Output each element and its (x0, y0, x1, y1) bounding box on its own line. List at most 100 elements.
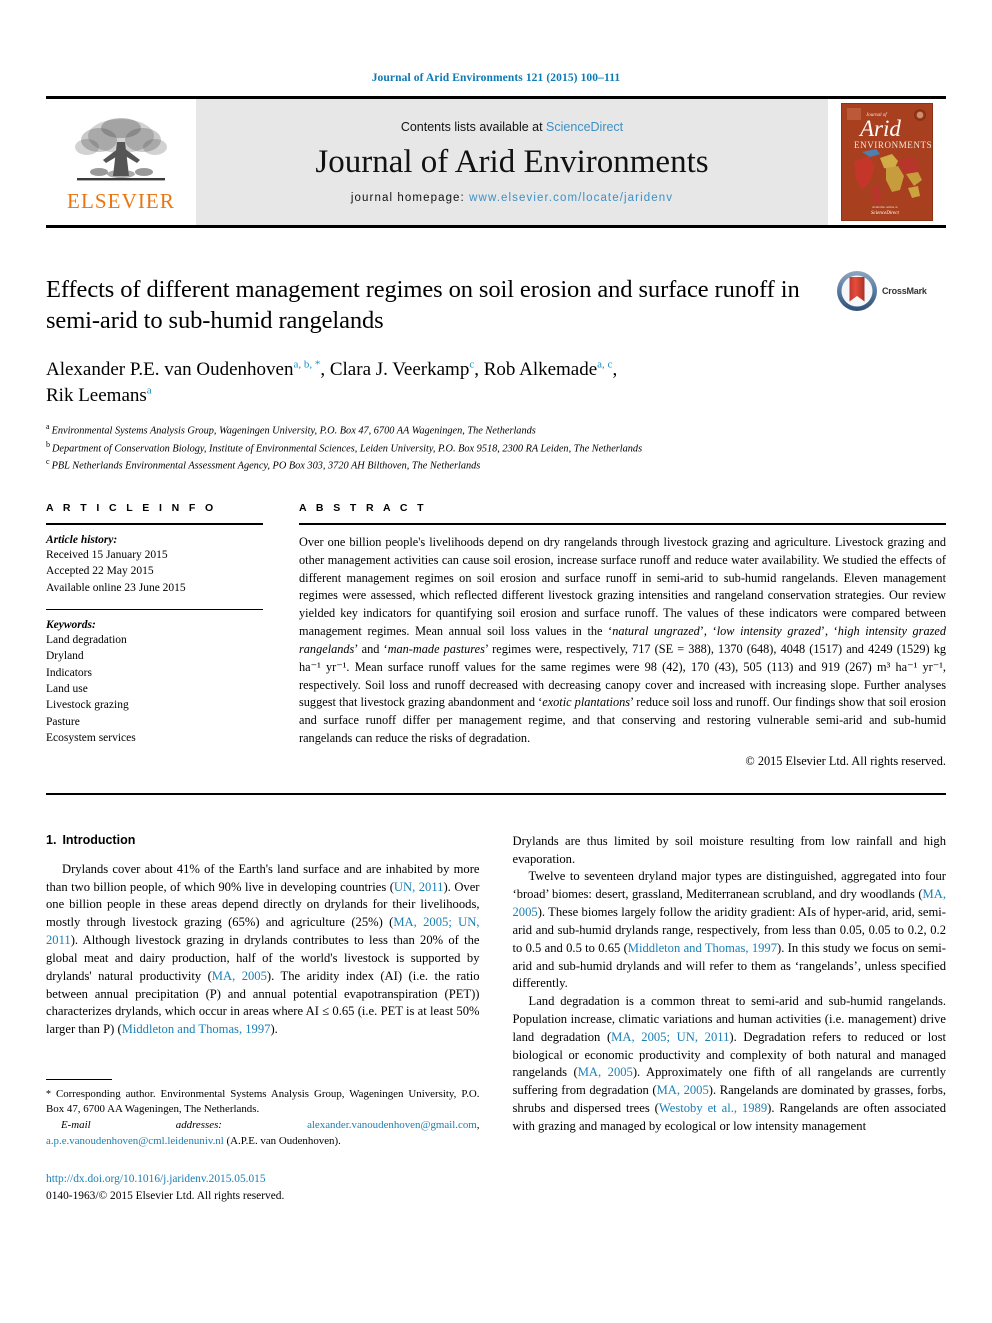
author-affil-marker-3[interactable]: a, c (597, 358, 612, 370)
citation-link[interactable]: MA, 2005; UN, 2011 (611, 1030, 729, 1044)
abstract-text: Over one billion people's livelihoods de… (299, 534, 946, 745)
paragraph: Land degradation is a common threat to s… (512, 994, 947, 1133)
page-title: Effects of different management regimes … (46, 276, 800, 335)
article-history-label: Article history: (46, 533, 118, 546)
publisher-logo: ELSEVIER (46, 99, 196, 225)
journal-title: Journal of Arid Environments (315, 143, 709, 180)
history-available-online: Available online 23 June 2015 (46, 581, 186, 594)
citation-link[interactable]: MA, 2005 (513, 887, 947, 919)
keyword-item: Dryland (46, 650, 84, 663)
crossmark-badge[interactable]: CrossMark (836, 268, 946, 314)
author-name-1: Alexander P.E. van Oudenhoven (46, 358, 294, 380)
paragraph: Twelve to seventeen dryland major types … (512, 869, 947, 991)
author-affil-marker-1[interactable]: a, b, * (293, 358, 320, 370)
divider (299, 522, 946, 525)
email-addresses-label: E-mail addresses: (61, 1119, 222, 1132)
author-line-1: Alexander P.E. van Oudenhovena, b, *, Cl… (46, 357, 946, 384)
journal-masthead: ELSEVIER Contents lists available at Sci… (46, 96, 946, 228)
citation-link[interactable]: Middleton and Thomas, 1997 (122, 1022, 271, 1036)
paragraph: Drylands cover about 41% of the Earth's … (46, 861, 480, 1037)
affiliation-marker: a (46, 421, 50, 431)
svg-text:ENVIRONMENTS: ENVIRONMENTS (854, 140, 932, 150)
svg-text:Available online at: Available online at (872, 205, 898, 209)
citation-link[interactable]: MA, 2005 (212, 969, 267, 983)
article-info-heading: A R T I C L E I N F O (46, 501, 217, 514)
citation-link[interactable]: Middleton and Thomas, 1997 (628, 941, 777, 955)
author-list: Alexander P.E. van Oudenhovena, b, *, Cl… (46, 357, 946, 410)
citation-link[interactable]: MA, 2005; UN, 2011 (46, 915, 480, 947)
corresponding-author-footnote: * Corresponding author. Environmental Sy… (46, 1078, 480, 1204)
divider (46, 792, 946, 795)
keyword-item: Pasture (46, 715, 80, 728)
masthead-center: Contents lists available at ScienceDirec… (196, 99, 828, 225)
citation-link[interactable]: UN, 2011 (394, 880, 444, 894)
citation-link[interactable]: MA, 2005 (657, 1083, 709, 1097)
homepage-prefix: journal homepage: (350, 192, 470, 205)
citation-link[interactable]: MA, 2005 (578, 1065, 633, 1079)
email-link-2[interactable]: a.p.e.vanoudenhoven@cml.leidenuniv.nl (46, 1135, 224, 1147)
affiliation-text: PBL Netherlands Environmental Assessment… (51, 460, 481, 472)
footnote-email-line: E-mail addresses: alexander.vanoudenhove… (46, 1118, 480, 1149)
abstract-heading: A B S T R A C T (299, 501, 427, 514)
history-received: Received 15 January 2015 (46, 548, 168, 561)
title-block: Effects of different management regimes … (46, 271, 946, 337)
elsevier-wordmark: ELSEVIER (67, 189, 175, 213)
cover-artwork: Journal of Arid ENVIRONMENTS Available o… (842, 104, 932, 220)
affiliation-text: Department of Conservation Biology, Inst… (52, 442, 643, 454)
running-head: Journal of Arid Environments 121 (2015) … (371, 72, 621, 84)
footnote-corresponding: Corresponding author. Environmental Syst… (46, 1087, 480, 1116)
article-info-column: A R T I C L E I N F O Article history: R… (46, 502, 299, 769)
keyword-item: Indicators (46, 666, 92, 679)
section-title: Introduction (62, 832, 136, 847)
contents-available-line: Contents lists available at ScienceDirec… (401, 120, 623, 134)
footnote-text: * Corresponding author. Environmental Sy… (46, 1087, 480, 1149)
affiliations: a Environmental Systems Analysis Group, W… (46, 421, 946, 474)
author-affil-marker-4[interactable]: a (147, 385, 152, 397)
journal-homepage-line: journal homepage: www.elsevier.com/locat… (351, 192, 673, 204)
paper-page: Journal of Arid Environments 121 (2015) … (0, 0, 992, 1323)
svg-text:ScienceDirect: ScienceDirect (871, 211, 899, 216)
email-separator: , (476, 1119, 480, 1132)
homepage-url-link[interactable]: www.elsevier.com/locate/jaridenv (469, 192, 673, 204)
section-heading-introduction: 1. Introduction (46, 833, 480, 847)
author-line1-tail: , (612, 358, 618, 380)
keyword-item: Land use (46, 682, 88, 695)
crossmark-label: CrossMark (882, 286, 927, 296)
affiliation-item: a Environmental Systems Analysis Group, W… (46, 421, 946, 439)
body-region: 1. Introduction Drylands cover about 41% … (46, 833, 946, 1204)
author-name-2: , Clara J. Veerkamp (320, 358, 470, 380)
abstract-copyright: © 2015 Elsevier Ltd. All rights reserved… (745, 753, 946, 768)
abstract-column: A B S T R A C T Over one billion people'… (299, 502, 946, 769)
svg-text:Arid: Arid (858, 116, 901, 141)
contents-prefix: Contents lists available at (400, 119, 547, 134)
section-number: 1. (46, 832, 57, 847)
doi-link[interactable]: http://dx.doi.org/10.1016/j.jaridenv.201… (46, 1173, 266, 1185)
affiliation-item: b Department of Conservation Biology, Ins… (46, 439, 946, 457)
paragraph: Drylands are thus limited by soil moistu… (512, 833, 947, 866)
keyword-item: Ecosystem services (46, 731, 136, 744)
author-line-2: Rik Leemansa (46, 383, 946, 410)
email-link-1[interactable]: alexander.vanoudenhoven@gmail.com (307, 1119, 477, 1131)
body-column-right: Drylands are thus limited by soil moistu… (513, 833, 947, 1204)
affiliation-text: Environmental Systems Analysis Group, Wa… (51, 425, 536, 437)
sciencedirect-link[interactable]: ScienceDirect (546, 120, 623, 134)
elsevier-tree-icon (75, 118, 167, 181)
keyword-item: Livestock grazing (46, 699, 129, 712)
divider (46, 608, 263, 610)
issn-copyright-line: 0140-1963/© 2015 Elsevier Ltd. All right… (46, 1189, 285, 1202)
info-abstract-region: A R T I C L E I N F O Article history: R… (46, 502, 946, 769)
affiliation-item: c PBL Netherlands Environmental Assessmen… (46, 456, 946, 474)
crossmark-icon (837, 271, 877, 311)
journal-cover-image: Journal of Arid ENVIRONMENTS Available o… (841, 103, 933, 221)
affiliation-marker: b (46, 439, 50, 449)
citation-link[interactable]: Westoby et al., 1989 (659, 1101, 767, 1115)
keyword-item: Land degradation (46, 633, 127, 646)
keywords-label: Keywords: (46, 618, 96, 631)
body-column-left: 1. Introduction Drylands cover about 41% … (46, 833, 480, 1204)
history-accepted: Accepted 22 May 2015 (46, 565, 154, 578)
author-name-3: , Rob Alkemade (474, 358, 598, 380)
affiliation-marker: c (46, 457, 50, 467)
doi-block: http://dx.doi.org/10.1016/j.jaridenv.201… (46, 1171, 480, 1204)
email-tail: (A.P.E. van Oudenhoven). (223, 1134, 341, 1147)
journal-cover-wrap: Journal of Arid ENVIRONMENTS Available o… (828, 99, 946, 225)
